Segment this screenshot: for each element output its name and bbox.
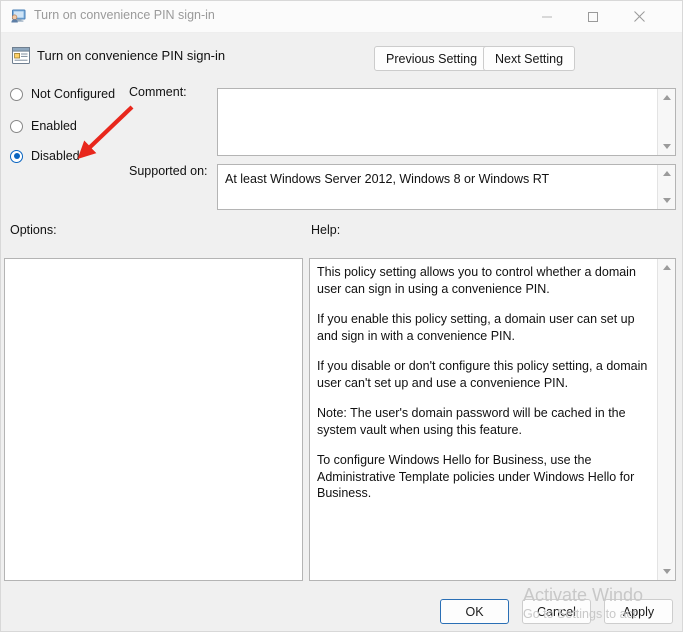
help-text: This policy setting allows you to contro… xyxy=(317,264,650,502)
help-label: Help: xyxy=(311,223,341,237)
help-paragraph: If you disable or don't configure this p… xyxy=(317,359,648,390)
ok-button[interactable]: OK xyxy=(440,599,509,624)
scroll-down-icon[interactable] xyxy=(658,564,675,579)
radio-mark-not-configured xyxy=(10,87,23,101)
scroll-up-icon[interactable] xyxy=(658,166,675,181)
options-label: Options: xyxy=(10,223,57,237)
help-paragraph: Note: The user's domain password will be… xyxy=(317,406,626,437)
comment-input[interactable] xyxy=(217,88,676,156)
maximize-button[interactable] xyxy=(570,1,616,32)
options-panel[interactable] xyxy=(4,258,303,581)
help-paragraph: If you enable this policy setting, a dom… xyxy=(317,312,635,343)
scroll-down-icon[interactable] xyxy=(658,193,675,208)
help-scrollbar[interactable] xyxy=(657,259,675,580)
window-title: Turn on convenience PIN sign-in xyxy=(34,8,215,22)
radio-not-configured[interactable]: Not Configured xyxy=(10,85,115,103)
apply-button[interactable]: Apply xyxy=(604,599,673,624)
page-title: Turn on convenience PIN sign-in xyxy=(37,48,226,63)
next-setting-button[interactable]: Next Setting xyxy=(483,46,576,71)
radio-label-not-configured: Not Configured xyxy=(31,87,116,101)
radio-label-enabled: Enabled xyxy=(31,119,77,133)
close-icon xyxy=(633,11,645,22)
radio-mark-enabled xyxy=(10,119,23,133)
radio-disabled[interactable]: Disabled xyxy=(10,147,80,165)
policy-monitor-icon xyxy=(10,8,27,25)
scroll-up-icon[interactable] xyxy=(658,90,675,105)
help-panel[interactable]: This policy setting allows you to contro… xyxy=(309,258,676,581)
radio-mark-disabled xyxy=(10,149,23,163)
supported-on-scrollbar[interactable] xyxy=(657,165,675,209)
minimize-button[interactable] xyxy=(524,1,570,32)
policy-setting-icon xyxy=(11,46,31,65)
scroll-down-icon[interactable] xyxy=(658,139,675,154)
supported-on-field[interactable]: At least Windows Server 2012, Windows 8 … xyxy=(217,164,676,210)
radio-enabled[interactable]: Enabled xyxy=(10,117,77,135)
comment-label: Comment: xyxy=(129,85,187,99)
help-paragraph: To configure Windows Hello for Business,… xyxy=(317,453,635,500)
minimize-icon xyxy=(542,16,552,17)
close-button[interactable] xyxy=(616,1,662,32)
title-bar: Turn on convenience PIN sign-in xyxy=(1,1,682,33)
supported-on-label: Supported on: xyxy=(129,164,208,178)
cancel-button[interactable]: Cancel xyxy=(522,599,591,624)
scroll-up-icon[interactable] xyxy=(658,260,675,275)
help-paragraph: This policy setting allows you to contro… xyxy=(317,265,636,296)
radio-label-disabled: Disabled xyxy=(31,149,80,163)
previous-setting-button[interactable]: Previous Setting xyxy=(374,46,490,71)
supported-on-value: At least Windows Server 2012, Windows 8 … xyxy=(225,172,550,186)
maximize-icon xyxy=(588,11,598,22)
comment-scrollbar[interactable] xyxy=(657,89,675,155)
group-policy-setting-dialog: Turn on convenience PIN sign-in Turn on … xyxy=(0,0,683,632)
